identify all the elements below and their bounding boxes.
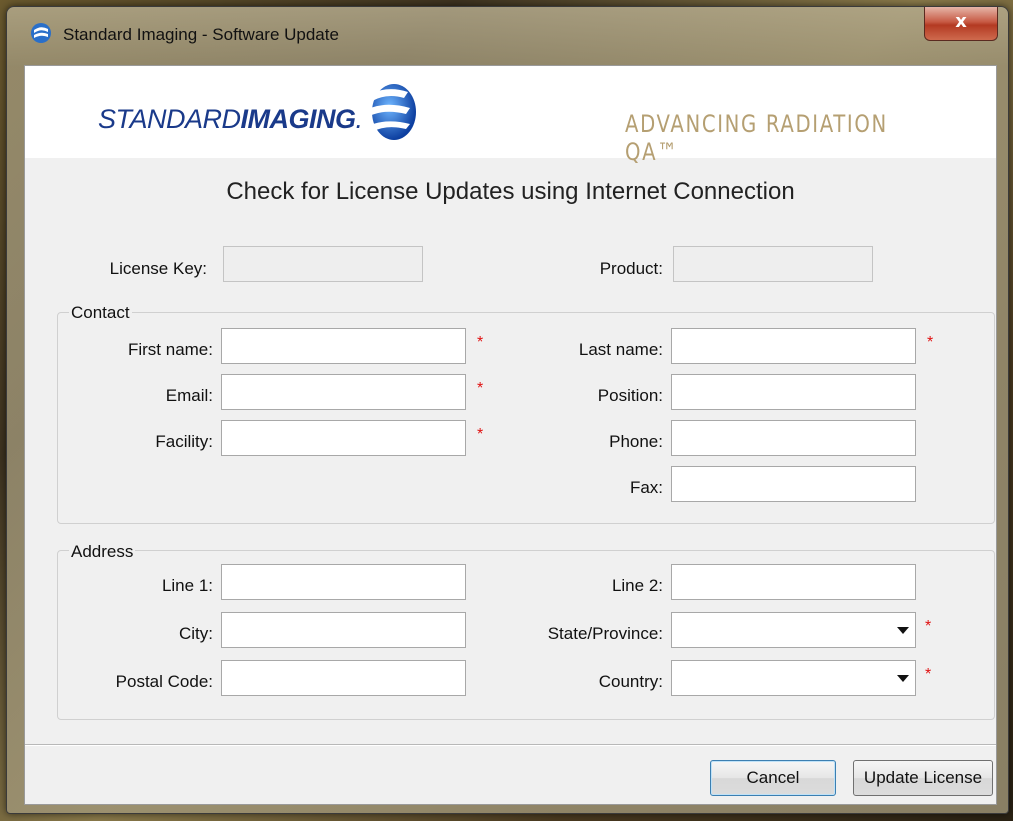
city-field[interactable] bbox=[221, 612, 466, 648]
position-input[interactable] bbox=[672, 375, 915, 409]
page-heading: Check for License Updates using Internet… bbox=[226, 178, 795, 205]
required-marker: * bbox=[477, 334, 484, 351]
line1-field[interactable] bbox=[221, 564, 466, 600]
fax-label: Fax: bbox=[629, 478, 663, 497]
city-label: City: bbox=[179, 624, 213, 643]
company-tagline: ADVANCING RADIATION QA™ bbox=[625, 110, 888, 166]
required-marker: * bbox=[925, 618, 932, 635]
product-input bbox=[674, 247, 872, 281]
close-button[interactable]: x bbox=[924, 7, 998, 41]
line2-field[interactable] bbox=[671, 564, 916, 600]
phone-input[interactable] bbox=[672, 421, 915, 455]
position-label: Position: bbox=[597, 386, 663, 405]
window-title: Standard Imaging - Software Update bbox=[63, 25, 339, 44]
chevron-down-icon[interactable] bbox=[897, 627, 909, 634]
required-marker: * bbox=[477, 380, 484, 397]
line2-input[interactable] bbox=[672, 565, 915, 599]
product-field bbox=[673, 246, 873, 282]
required-marker: * bbox=[477, 426, 484, 443]
line2-label: Line 2: bbox=[611, 576, 663, 595]
first-name-label: First name: bbox=[127, 340, 213, 359]
city-input[interactable] bbox=[222, 613, 465, 647]
state-province-label: State/Province: bbox=[547, 624, 663, 643]
required-marker: * bbox=[927, 334, 934, 351]
address-group-title: Address bbox=[69, 542, 136, 562]
first-name-input[interactable] bbox=[222, 329, 465, 363]
last-name-label: Last name: bbox=[578, 340, 663, 359]
position-field[interactable] bbox=[671, 374, 916, 410]
fax-field[interactable] bbox=[671, 466, 916, 502]
company-logo-icon bbox=[362, 78, 416, 140]
country-dropdown[interactable] bbox=[671, 660, 916, 696]
license-key-label: License Key: bbox=[109, 259, 207, 278]
line1-label: Line 1: bbox=[161, 576, 213, 595]
facility-label: Facility: bbox=[155, 432, 213, 451]
last-name-field[interactable] bbox=[671, 328, 916, 364]
email-field[interactable] bbox=[221, 374, 466, 410]
fax-input[interactable] bbox=[672, 467, 915, 501]
country-label: Country: bbox=[598, 672, 663, 691]
license-key-input bbox=[224, 247, 422, 281]
footer-divider bbox=[25, 744, 996, 746]
last-name-input[interactable] bbox=[672, 329, 915, 363]
company-logo-text: STANDARDIMAGING. bbox=[98, 104, 363, 134]
required-marker: * bbox=[925, 666, 932, 683]
contact-group-title: Contact bbox=[69, 303, 132, 323]
email-label: Email: bbox=[165, 386, 213, 405]
license-key-field bbox=[223, 246, 423, 282]
postal-code-field[interactable] bbox=[221, 660, 466, 696]
chevron-down-icon[interactable] bbox=[897, 675, 909, 682]
facility-input[interactable] bbox=[222, 421, 465, 455]
line1-input[interactable] bbox=[222, 565, 465, 599]
facility-field[interactable] bbox=[221, 420, 466, 456]
postal-code-input[interactable] bbox=[222, 661, 465, 695]
postal-code-label: Postal Code: bbox=[115, 672, 213, 691]
update-window: Standard Imaging - Software Update x STA… bbox=[6, 6, 1009, 814]
state-province-dropdown[interactable] bbox=[671, 612, 916, 648]
title-bar[interactable]: Standard Imaging - Software Update x bbox=[7, 7, 1008, 65]
cancel-button[interactable]: Cancel bbox=[710, 760, 836, 796]
header-banner: STANDARDIMAGING. ADVANCING RADIATION QA™ bbox=[25, 66, 996, 166]
phone-field[interactable] bbox=[671, 420, 916, 456]
dialog-body: STANDARDIMAGING. ADVANCING RADIATION QA™… bbox=[24, 65, 997, 805]
email-input[interactable] bbox=[222, 375, 465, 409]
close-icon: x bbox=[955, 11, 967, 32]
app-icon bbox=[31, 23, 51, 43]
product-label: Product: bbox=[599, 259, 663, 278]
phone-label: Phone: bbox=[609, 432, 663, 451]
first-name-field[interactable] bbox=[221, 328, 466, 364]
update-license-button[interactable]: Update License bbox=[853, 760, 993, 796]
